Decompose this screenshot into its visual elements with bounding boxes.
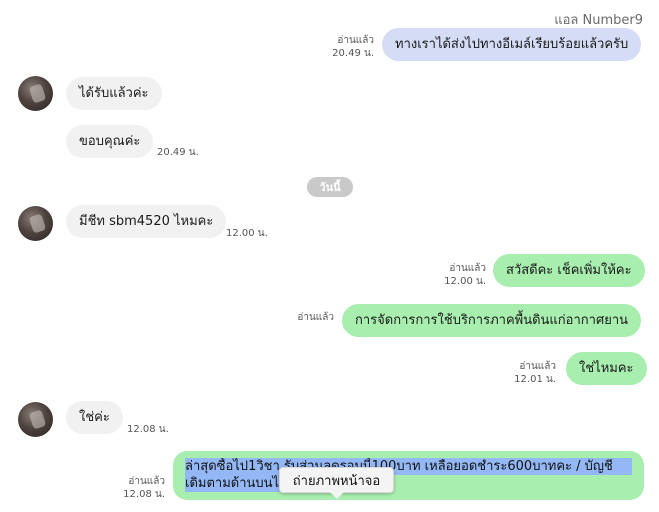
message-bubble-outgoing[interactable]: ทางเราได้ส่งไปทางอีเมล์เรียบร้อยแล้วครับ [382,28,642,61]
message-bubble-incoming[interactable]: มีชีท sbm4520 ไหมคะ [66,205,227,238]
message-time: 20.49 น. [157,147,199,158]
avatar[interactable] [18,402,53,437]
message-text: ใช่ไหมคะ [579,361,634,376]
message-text: ได้รับแล้วค่ะ [79,86,149,101]
read-receipt: อ่านแล้ว [297,312,334,323]
message-time: 20.49 น. [332,48,374,59]
message-bubble-incoming[interactable]: ขอบคุณค่ะ [66,125,154,158]
message-text: ขอบคุณค่ะ [79,134,141,149]
message-meta: อ่านแล้ว 20.49 น. [332,34,374,60]
message-time: 12.00 น. [444,276,486,287]
read-receipt: อ่านแล้ว [519,361,556,372]
read-receipt: อ่านแล้ว [337,35,374,46]
message-bubble-outgoing[interactable]: ล่าสุดซื้อไป1วิชา รับส่วนลดรอบนี้100บาท … [173,451,644,500]
screenshot-tooltip[interactable]: ถ่ายภาพหน้าจอ [279,467,394,499]
message-text: การจัดการการใช้บริการภาคพื้นดินแก่อากาศย… [355,313,629,328]
message-bubble-outgoing[interactable]: ใช่ไหมคะ [566,352,647,385]
message-text: ใช่ค่ะ [79,410,110,425]
avatar[interactable] [18,76,53,111]
day-divider: วันนี้ [307,177,353,197]
message-meta: อ่านแล้ว 12.00 น. [444,262,486,288]
message-meta: อ่านแล้ว 12.08 น. [123,475,165,501]
avatar[interactable] [18,206,53,241]
message-text: มีชีท sbm4520 ไหมคะ [79,214,214,229]
read-receipt: อ่านแล้ว [449,263,486,274]
selected-text-line[interactable]: เดิมตามด้านบนได้ [185,475,288,492]
message-time: 12.08 น. [123,489,165,500]
message-time: 12.01 น. [514,374,556,385]
message-bubble-incoming[interactable]: ใช่ค่ะ [66,401,123,434]
contact-name: แอล Number9 [554,13,643,28]
message-time: 12.00 น. [226,228,268,239]
tooltip-label: ถ่ายภาพหน้าจอ [292,473,381,489]
message-bubble-outgoing[interactable]: การจัดการการใช้บริการภาคพื้นดินแก่อากาศย… [342,304,642,337]
message-meta: อ่านแล้ว 12.01 น. [514,360,556,386]
message-bubble-outgoing[interactable]: สวัสดีคะ เช็คเพิ่มให้คะ [493,254,645,287]
read-receipt: อ่านแล้ว [128,476,165,487]
message-bubble-incoming[interactable]: ได้รับแล้วค่ะ [66,77,162,110]
message-text: ทางเราได้ส่งไปทางอีเมล์เรียบร้อยแล้วครับ [395,37,629,52]
message-text: สวัสดีคะ เช็คเพิ่มให้คะ [506,263,632,278]
message-time: 12.08 น. [127,424,169,435]
selected-text-line[interactable]: ล่าสุดซื้อไป1วิชา รับส่วนลดรอบนี้100บาท … [185,458,632,475]
